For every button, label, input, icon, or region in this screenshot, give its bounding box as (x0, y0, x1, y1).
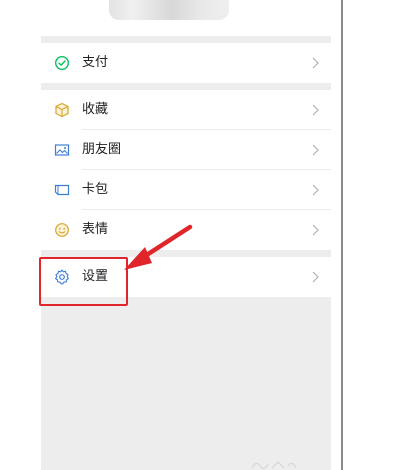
menu-item-label: 表情 (82, 222, 109, 237)
menu-item-cards[interactable]: 卡包 (41, 170, 331, 210)
device-edge (341, 0, 343, 470)
chevron-right-icon (312, 144, 319, 156)
menu-item-label: 朋友圈 (82, 142, 122, 157)
wechat-pay-icon (54, 55, 70, 71)
wechat-me-screen: 支付 收藏 朋友圈 卡包 表情 设置 (41, 0, 331, 470)
profile-card[interactable] (41, 0, 331, 36)
moments-icon (54, 144, 70, 156)
stickers-icon (55, 223, 69, 237)
menu-item-favorites[interactable]: 收藏 (41, 90, 331, 130)
menu-item-moments[interactable]: 朋友圈 (41, 130, 331, 170)
chevron-right-icon (312, 104, 319, 116)
blurred-profile-area (109, 0, 229, 20)
favorites-icon (55, 102, 69, 118)
features-group: 收藏 朋友圈 卡包 表情 (41, 90, 331, 250)
menu-item-stickers[interactable]: 表情 (41, 210, 331, 250)
menu-item-label: 卡包 (82, 182, 109, 197)
pay-group: 支付 (41, 43, 331, 83)
chevron-right-icon (312, 271, 319, 283)
watermark-icon (251, 461, 297, 470)
chevron-right-icon (312, 224, 319, 236)
cards-icon (54, 184, 70, 196)
menu-item-pay[interactable]: 支付 (41, 43, 331, 83)
annotation-highlight-box (39, 257, 128, 306)
menu-item-label: 支付 (82, 55, 109, 70)
chevron-right-icon (312, 57, 319, 69)
chevron-right-icon (312, 184, 319, 196)
menu-item-label: 收藏 (82, 102, 109, 117)
